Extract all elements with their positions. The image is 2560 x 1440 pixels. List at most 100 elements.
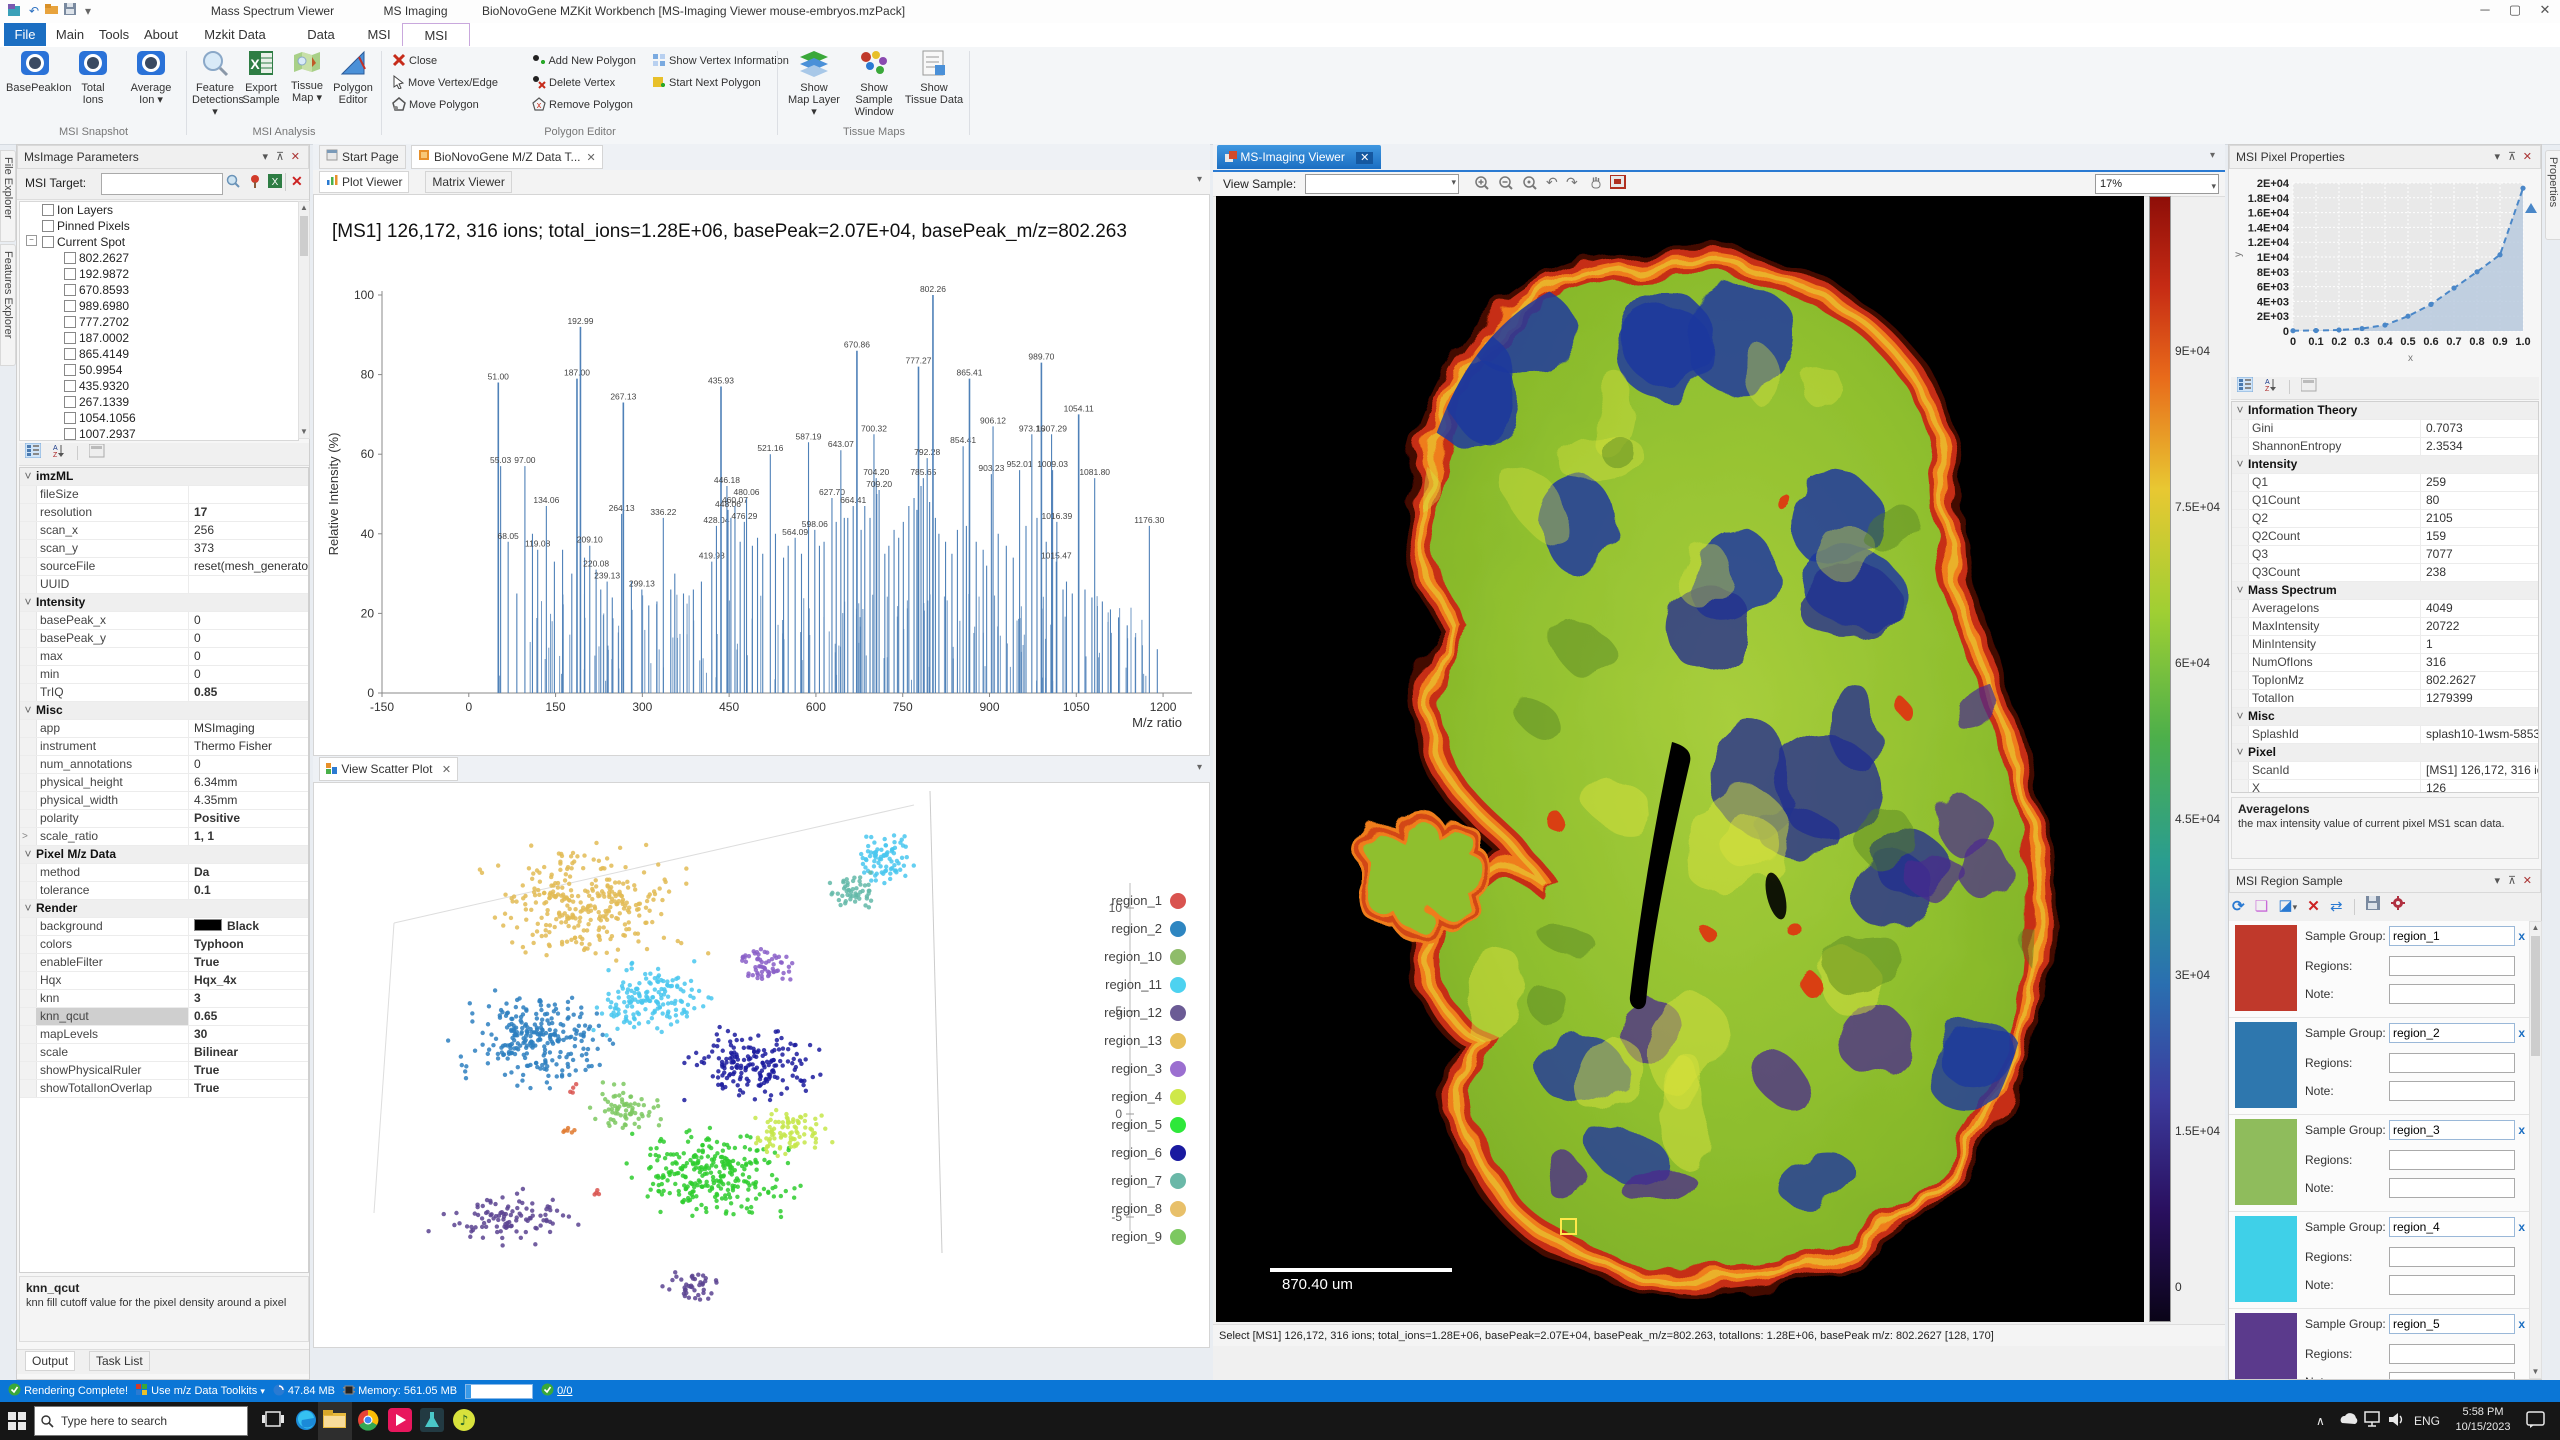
property-row[interactable]: methodDa	[20, 864, 308, 882]
region-color-swatch[interactable]	[2235, 925, 2297, 1011]
status-toolkit[interactable]: Use m/z Data Toolkits	[151, 1385, 257, 1397]
property-row[interactable]: TrIQ0.85	[20, 684, 308, 702]
property-row[interactable]: >scale_ratio1, 1	[20, 828, 308, 846]
note-input[interactable]	[2389, 1275, 2515, 1295]
save-icon[interactable]	[2366, 894, 2381, 920]
sample-group-input[interactable]	[2389, 1217, 2515, 1237]
ribbon-button-show-tissue-data[interactable]: ShowTissue Data	[904, 49, 964, 106]
zoom-in-icon[interactable]	[1474, 175, 1490, 196]
ribbon-button-show-map-layer[interactable]: ShowMap Layer ▾	[784, 49, 844, 118]
property-row[interactable]: ShannonEntropy2.3534	[2232, 438, 2538, 456]
region-color-swatch[interactable]	[2235, 1119, 2297, 1205]
property-row[interactable]: Q3Count238	[2232, 564, 2538, 582]
note-input[interactable]	[2389, 984, 2515, 1004]
status-task-counter[interactable]: 0/0	[557, 1385, 572, 1397]
copy-region-icon[interactable]: ❏	[2255, 894, 2268, 920]
close-button[interactable]: ✕	[2530, 0, 2560, 22]
tree-item[interactable]: −Current Spot	[20, 234, 298, 250]
rotate-left-icon[interactable]: ↶	[1546, 174, 1558, 191]
ribbon-button-polygon-editor[interactable]: PolygonEditor	[330, 49, 376, 106]
ribbon-button-delete-vertex[interactable]: Delete Vertex	[532, 75, 615, 91]
close-icon[interactable]: ✕	[291, 146, 300, 168]
tree-scrollbar[interactable]: ▲▼	[298, 201, 310, 439]
property-row[interactable]: sourceFilereset(mesh_generator)	[20, 558, 308, 576]
undo-icon[interactable]: ↶	[26, 3, 42, 19]
property-row[interactable]: physical_height6.34mm	[20, 774, 308, 792]
ribbon-button-tissue-map[interactable]: TissueMap ▾	[284, 49, 330, 104]
tree-item[interactable]: Pinned Pixels	[20, 218, 298, 234]
ribbon-tab-about[interactable]: About	[138, 23, 184, 46]
zoom-level-combobox[interactable]: 17%▾	[2095, 174, 2219, 194]
property-row[interactable]: HqxHqx_4x	[20, 972, 308, 990]
volume-icon[interactable]	[2388, 1411, 2414, 1437]
document-tab-start-page[interactable]: Start Page	[319, 145, 406, 169]
bottom-tab-task-list[interactable]: Task List	[89, 1351, 150, 1371]
property-row[interactable]: tolerance0.1	[20, 882, 308, 900]
property-row[interactable]: basePeak_y0	[20, 630, 308, 648]
remove-group-icon[interactable]: x	[2518, 1220, 2525, 1234]
note-input[interactable]	[2389, 1372, 2515, 1379]
file-explorer-icon[interactable]	[323, 1408, 349, 1434]
close-icon[interactable]: ✕	[2523, 870, 2532, 892]
property-row[interactable]: knn3	[20, 990, 308, 1008]
property-row[interactable]: TotalIon1279399	[2232, 690, 2538, 708]
region-list-scrollbar[interactable]: ▲▼	[2529, 921, 2542, 1379]
property-row[interactable]: resolution17	[20, 504, 308, 522]
pin-marker-icon[interactable]	[248, 174, 262, 194]
property-category[interactable]: ˅imzML	[20, 468, 308, 486]
pin-icon[interactable]: ⊼	[276, 146, 284, 168]
plot-tab-plot-viewer[interactable]: Plot Viewer	[319, 171, 409, 193]
property-row[interactable]: mapLevels30	[20, 1026, 308, 1044]
sample-group-input[interactable]	[2389, 926, 2515, 946]
scatter-plot-tab[interactable]: View Scatter Plot ✕	[319, 757, 458, 781]
tree-item[interactable]: Ion Layers	[20, 202, 298, 218]
property-category[interactable]: ˅Mass Spectrum	[2232, 582, 2538, 600]
ribbon-button-close[interactable]: Close	[392, 53, 437, 69]
checkbox[interactable]	[42, 204, 54, 216]
maximize-button[interactable]: ▢	[2500, 0, 2530, 22]
clear-icon[interactable]: ✕	[291, 173, 303, 190]
music-app-icon[interactable]: ♪	[452, 1408, 478, 1434]
property-row[interactable]: scan_y373	[20, 540, 308, 558]
property-row[interactable]: Q1Count80	[2232, 492, 2538, 510]
property-row[interactable]: showPhysicalRulerTrue	[20, 1062, 308, 1080]
save-icon[interactable]	[62, 3, 78, 19]
property-category[interactable]: ˅Information Theory	[2232, 402, 2538, 420]
snapshot-icon[interactable]	[1610, 175, 1626, 194]
property-category[interactable]: ˅Pixel M/z Data	[20, 846, 308, 864]
polygon-fill-icon[interactable]: ◪▾	[2278, 893, 2297, 920]
tree-item[interactable]: 435.9320	[20, 378, 298, 394]
sidebar-tab-features-explorer[interactable]: Features Explorer	[0, 244, 16, 366]
close-icon[interactable]: ✕	[1356, 152, 1373, 164]
property-row[interactable]: basePeak_x0	[20, 612, 308, 630]
property-row[interactable]: UUID	[20, 576, 308, 594]
ribbon-tab-msi[interactable]: MSI	[360, 23, 398, 46]
remove-group-icon[interactable]: x	[2518, 1026, 2525, 1040]
chemistry-app-icon[interactable]	[420, 1408, 446, 1434]
sync-icon[interactable]: ⇄	[2330, 894, 2343, 920]
pin-icon[interactable]: ⊼	[2508, 146, 2516, 168]
property-row[interactable]: enableFilterTrue	[20, 954, 308, 972]
property-row[interactable]: SplashIdsplash10-1wsm-5853255969-d	[2232, 726, 2538, 744]
checkbox[interactable]	[64, 316, 76, 328]
ribbon-button-feature-detections[interactable]: FeatureDetections ▾	[192, 49, 238, 118]
regions-input[interactable]	[2389, 1150, 2515, 1170]
property-row[interactable]: scaleBilinear	[20, 1044, 308, 1062]
property-row[interactable]: num_annotations0	[20, 756, 308, 774]
property-row[interactable]: physical_width4.35mm	[20, 792, 308, 810]
property-category[interactable]: ˅Misc	[2232, 708, 2538, 726]
regions-input[interactable]	[2389, 1247, 2515, 1267]
view-sample-combobox[interactable]: ▾	[1305, 174, 1459, 194]
close-icon[interactable]: ✕	[587, 152, 596, 164]
property-row[interactable]: ScanId[MS1] 126,172, 316 ions; total	[2232, 762, 2538, 780]
property-row[interactable]: knn_qcut0.65	[20, 1008, 308, 1026]
property-category[interactable]: ˅Misc	[20, 702, 308, 720]
sample-group-input[interactable]	[2389, 1023, 2515, 1043]
network-icon[interactable]	[2364, 1411, 2390, 1437]
panel-menu-icon[interactable]: ▾	[2494, 870, 2500, 892]
rotate-right-icon[interactable]: ↷	[1566, 174, 1578, 191]
region-color-swatch[interactable]	[2235, 1022, 2297, 1108]
sort-az-icon[interactable]: AZ	[2263, 377, 2277, 397]
property-row[interactable]: scan_x256	[20, 522, 308, 540]
property-row[interactable]: fileSize	[20, 486, 308, 504]
